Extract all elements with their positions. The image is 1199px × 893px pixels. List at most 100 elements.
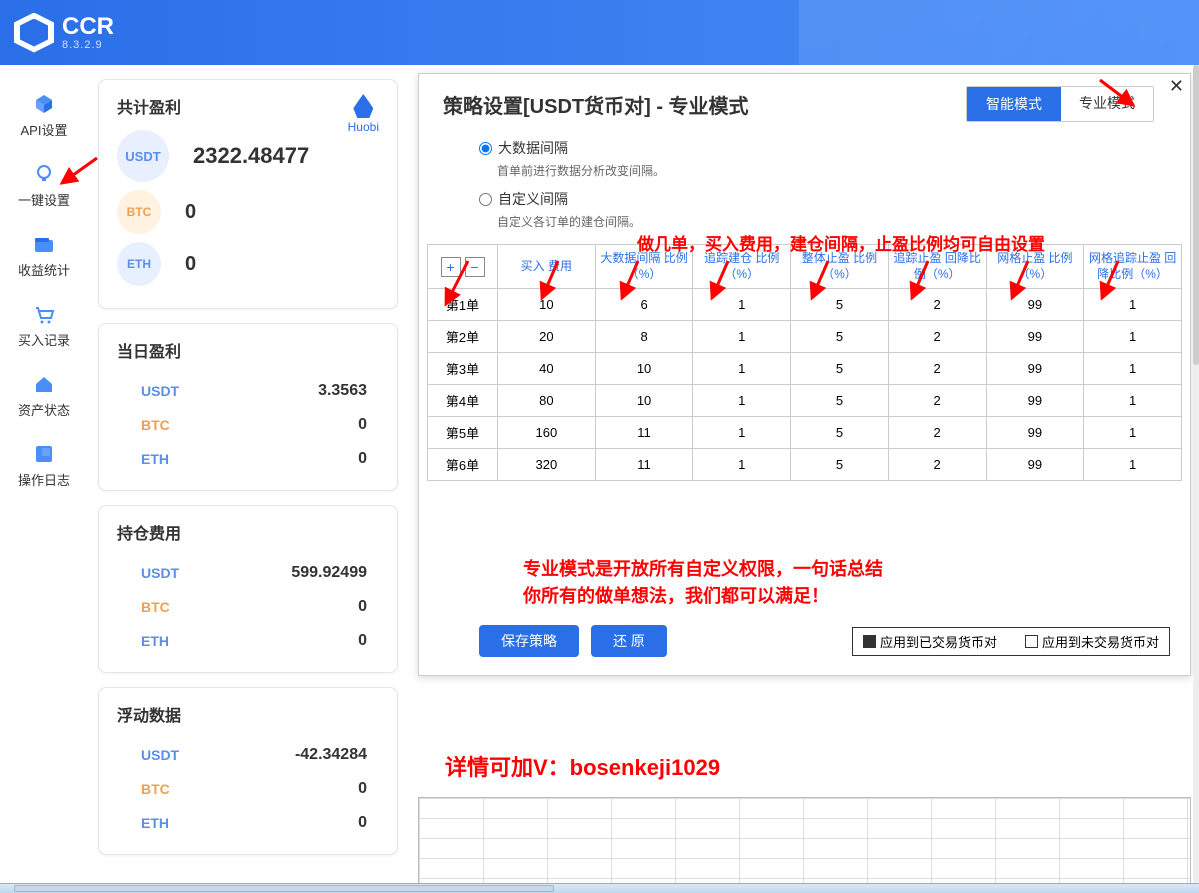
list-icon	[32, 442, 56, 466]
table-cell[interactable]: 20	[498, 321, 596, 353]
table-cell[interactable]: 8	[595, 321, 693, 353]
card-title: 浮动数据	[117, 702, 379, 726]
table-cell[interactable]: 99	[986, 289, 1084, 321]
table-cell[interactable]: 99	[986, 353, 1084, 385]
table-cell[interactable]: 5	[791, 321, 889, 353]
table-cell[interactable]: 320	[498, 449, 596, 481]
table-cell[interactable]: 160	[498, 417, 596, 449]
apply-traded-checkbox[interactable]: 应用到已交易货币对	[863, 632, 997, 651]
table-cell[interactable]: 1	[693, 385, 791, 417]
table-cell[interactable]: 10	[595, 385, 693, 417]
table-cell[interactable]: 11	[595, 417, 693, 449]
profit-value-btc: 0	[185, 201, 196, 224]
sidebar-item-onekey[interactable]: 一键设置	[0, 155, 88, 215]
table-cell[interactable]: 1	[1084, 353, 1182, 385]
table-cell[interactable]: 2	[888, 353, 986, 385]
card-total-profit: Huobi 共计盈利 USDT2322.48477 BTC0 ETH0	[98, 79, 398, 309]
sidebar: API设置 一键设置 收益统计 买入记录 资产状态 操作日志	[0, 65, 88, 893]
card-title: 共计盈利	[117, 94, 379, 118]
table-cell[interactable]: 1	[1084, 289, 1182, 321]
card-title: 当日盈利	[117, 338, 379, 362]
col-header: 追踪建仓 比例（%）	[693, 245, 791, 289]
row-label: 第5单	[428, 417, 498, 449]
tab-smart-mode[interactable]: 智能模式	[967, 87, 1061, 121]
add-remove-cell: +−	[428, 245, 498, 289]
value: 0	[358, 632, 367, 650]
table-cell[interactable]: 5	[791, 417, 889, 449]
table-cell[interactable]: 1	[693, 321, 791, 353]
table-cell[interactable]: 2	[888, 449, 986, 481]
coin-label: USDT	[141, 747, 179, 763]
sidebar-item-log[interactable]: 操作日志	[0, 435, 88, 495]
table-cell[interactable]: 1	[693, 417, 791, 449]
table-cell[interactable]: 2	[888, 385, 986, 417]
save-strategy-button[interactable]: 保存策略	[479, 625, 579, 657]
sidebar-item-buylog[interactable]: 买入记录	[0, 295, 88, 355]
profit-value-eth: 0	[185, 253, 196, 276]
coin-badge-btc: BTC	[117, 190, 161, 234]
coin-label: BTC	[141, 417, 170, 433]
coin-badge-usdt: USDT	[117, 130, 169, 182]
table-cell[interactable]: 1	[1084, 321, 1182, 353]
table-cell[interactable]: 99	[986, 417, 1084, 449]
sidebar-item-asset[interactable]: 资产状态	[0, 365, 88, 425]
table-cell[interactable]: 1	[693, 449, 791, 481]
coin-label: ETH	[141, 633, 169, 649]
cube-icon	[32, 92, 56, 116]
table-cell[interactable]: 40	[498, 353, 596, 385]
coin-label: USDT	[141, 383, 179, 399]
table-cell[interactable]: 2	[888, 321, 986, 353]
value: 0	[358, 416, 367, 434]
table-cell[interactable]: 5	[791, 289, 889, 321]
sidebar-item-api[interactable]: API设置	[0, 85, 88, 145]
card-today-profit: 当日盈利 USDT3.3563 BTC0 ETH0	[98, 323, 398, 491]
value: 0	[358, 814, 367, 832]
table-cell[interactable]: 80	[498, 385, 596, 417]
table-cell[interactable]: 1	[693, 289, 791, 321]
radio-custom-interval[interactable]: 自定义间隔	[479, 189, 1150, 209]
exchange-badge: Huobi	[348, 94, 379, 134]
table-cell[interactable]: 1	[1084, 449, 1182, 481]
table-cell[interactable]: 1	[1084, 385, 1182, 417]
coin-label: ETH	[141, 815, 169, 831]
huobi-icon	[353, 94, 373, 118]
restore-button[interactable]: 还 原	[591, 625, 667, 657]
radio-bigdata-interval[interactable]: 大数据间隔	[479, 138, 1150, 158]
table-cell[interactable]: 1	[1084, 417, 1182, 449]
dashboard: Huobi 共计盈利 USDT2322.48477 BTC0 ETH0 当日盈利…	[88, 65, 408, 893]
scrollbar-thumb[interactable]	[14, 885, 554, 892]
table-cell[interactable]: 5	[791, 449, 889, 481]
row-label: 第3单	[428, 353, 498, 385]
spreadsheet-grid[interactable]	[418, 797, 1191, 893]
table-row: 第1单106152991	[428, 289, 1182, 321]
scrollbar[interactable]	[1193, 65, 1199, 883]
table-cell[interactable]: 10	[498, 289, 596, 321]
table-cell[interactable]: 5	[791, 385, 889, 417]
remove-row-button[interactable]: −	[465, 257, 485, 277]
table-cell[interactable]: 11	[595, 449, 693, 481]
table-cell[interactable]: 99	[986, 449, 1084, 481]
table-cell[interactable]: 1	[693, 353, 791, 385]
apply-untraded-checkbox[interactable]: 应用到未交易货币对	[1025, 632, 1159, 651]
sidebar-item-stats[interactable]: 收益统计	[0, 225, 88, 285]
table-cell[interactable]: 5	[791, 353, 889, 385]
coin-label: BTC	[141, 599, 170, 615]
table-cell[interactable]: 2	[888, 417, 986, 449]
close-icon[interactable]: ✕	[1169, 76, 1184, 97]
col-header: 买入 费用	[498, 245, 596, 289]
add-row-button[interactable]: +	[441, 257, 461, 277]
table-cell[interactable]: 6	[595, 289, 693, 321]
table-row: 第4单8010152991	[428, 385, 1182, 417]
table-cell[interactable]: 99	[986, 321, 1084, 353]
strategy-table: +− 买入 费用 大数据间隔 比例（%） 追踪建仓 比例（%） 整体止盈 比例（…	[427, 244, 1182, 481]
tab-pro-mode[interactable]: 专业模式	[1061, 87, 1153, 121]
radio-desc: 自定义各订单的建仓间隔。	[497, 213, 1150, 230]
table-cell[interactable]: 2	[888, 289, 986, 321]
table-cell[interactable]: 99	[986, 385, 1084, 417]
bulb-icon	[32, 162, 56, 186]
table-cell[interactable]: 10	[595, 353, 693, 385]
table-row: 第6单32011152991	[428, 449, 1182, 481]
col-header: 大数据间隔 比例（%）	[595, 245, 693, 289]
table-row: 第2单208152991	[428, 321, 1182, 353]
strategy-dialog: ✕ 策略设置[USDT货币对] - 专业模式 智能模式 专业模式 大数据间隔 首…	[418, 73, 1191, 676]
